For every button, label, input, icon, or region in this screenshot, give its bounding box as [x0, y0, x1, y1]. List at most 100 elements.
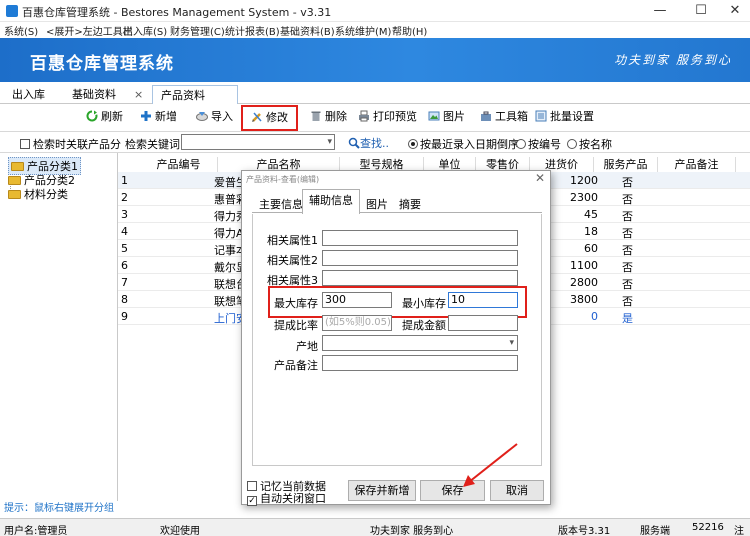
delete-button[interactable]: 删除	[310, 107, 347, 127]
tree-node-materials[interactable]: 材料分类	[8, 186, 68, 202]
cell-name: 得力A	[214, 227, 244, 240]
annotation-arrow-icon	[463, 443, 518, 487]
maximize-button[interactable]: ☐	[683, 0, 719, 22]
menu-inout[interactable]: 出入库(S)	[123, 23, 167, 38]
toolbox-icon	[480, 109, 492, 121]
cell-service: 否	[622, 278, 633, 291]
save-and-new-button[interactable]: 保存并新增	[348, 480, 416, 501]
attr2-input[interactable]	[322, 250, 518, 266]
keyword-combobox[interactable]: ▾	[181, 134, 335, 150]
delete-label: 删除	[325, 110, 347, 123]
import-button[interactable]: 导入	[196, 107, 233, 127]
menu-expand-toolbar[interactable]: <展开>左边工具栏	[46, 23, 133, 38]
remark-input[interactable]	[322, 355, 518, 371]
menu-maintenance[interactable]: 系统维护(M)	[335, 23, 391, 38]
tab-basic-data[interactable]: 基础资料	[64, 85, 124, 104]
cell-cost: 18	[584, 225, 598, 238]
related-category-checkbox[interactable]: 检索时关联产品分	[20, 136, 121, 152]
search-button[interactable]: 查找..	[348, 135, 389, 152]
menu-system[interactable]: 系统(S)	[4, 23, 38, 38]
tab-close-icon[interactable]: ×	[130, 85, 147, 104]
status-welcome: 欢迎使用	[160, 526, 200, 536]
tree-hint: 提示：鼠标右键展开分组	[4, 503, 114, 514]
status-port: 52216	[692, 522, 724, 533]
sort-by-date-radio[interactable]: 按最近录入日期倒序	[408, 136, 519, 152]
batch-settings-button[interactable]: 批量设置	[535, 107, 594, 127]
commission-amount-input[interactable]	[448, 315, 518, 331]
checkbox-box	[20, 139, 30, 149]
image-label: 图片	[443, 110, 465, 123]
dialog-title: 产品资料-查看(编辑)	[246, 175, 320, 184]
chevron-down-icon: ▾	[509, 338, 514, 348]
cell-cost: 1200	[570, 174, 598, 187]
dialog-close-icon[interactable]: ✕	[535, 171, 545, 185]
row-number: 2	[121, 191, 128, 204]
cell-cost: 2800	[570, 276, 598, 289]
auto-close-checkbox[interactable]: ✓ 自动关闭窗口	[247, 490, 326, 506]
commission-rate-input[interactable]: (如5%则0.05)	[322, 315, 392, 331]
chevron-down-icon: ▾	[327, 137, 332, 147]
col-header-service[interactable]: 服务产品	[594, 157, 658, 172]
tab-product-data[interactable]: 产品资料	[152, 85, 238, 104]
radio-dot	[408, 139, 418, 149]
refresh-icon	[86, 109, 98, 122]
dialog-tab-main[interactable]: 主要信息	[255, 196, 307, 213]
app-title: 百惠仓库管理系统	[30, 54, 174, 74]
remark-label: 产品备注	[274, 359, 318, 372]
close-button[interactable]: ✕	[717, 0, 750, 22]
menu-bar: 系统(S) <展开>左边工具栏 出入库(S) 财务管理(C) 统计报表(B) 基…	[0, 22, 750, 38]
attr1-input[interactable]	[322, 230, 518, 246]
title-bar: 百惠仓库管理系统 - Bestores Management System - …	[0, 0, 750, 22]
sort-by-name-radio[interactable]: 按名称	[567, 136, 612, 152]
min-stock-input[interactable]: 10	[448, 292, 518, 308]
attr3-input[interactable]	[322, 270, 518, 286]
sort-by-code-radio[interactable]: 按编号	[516, 136, 561, 152]
printer-icon	[358, 109, 370, 122]
dialog-tab-summary[interactable]: 摘要	[395, 196, 425, 213]
dialog-tab-image[interactable]: 图片	[362, 196, 392, 213]
image-button[interactable]: 图片	[428, 107, 465, 127]
cell-service: 否	[622, 261, 633, 274]
origin-label: 产地	[296, 340, 318, 353]
status-user: 用户名:管理员	[4, 526, 68, 536]
keyword-label: 检索关键词	[125, 138, 180, 151]
slogan: 功夫到家 服务到心	[614, 53, 732, 67]
app-banner: 百惠仓库管理系统 功夫到家 服务到心	[0, 38, 750, 82]
menu-reports[interactable]: 统计报表(B)	[225, 23, 280, 38]
max-stock-input[interactable]: 300	[322, 292, 392, 308]
radio-dot	[516, 139, 526, 149]
menu-finance[interactable]: 财务管理(C)	[170, 23, 225, 38]
row-number: 3	[121, 208, 128, 221]
app-icon	[6, 5, 18, 17]
add-button[interactable]: 新增	[140, 107, 177, 127]
col-header-code[interactable]: 产品编号	[140, 157, 218, 172]
menu-basic-data[interactable]: 基础资料(B)	[280, 23, 335, 38]
batch-settings-label: 批量设置	[550, 110, 594, 123]
status-bar: 用户名:管理员 欢迎使用 功夫到家 服务到心 版本号3.31 服务端 52216…	[0, 518, 750, 536]
tab-inout[interactable]: 出入库	[4, 85, 53, 104]
row-number: 6	[121, 259, 128, 272]
batch-settings-icon	[535, 109, 547, 122]
toolbox-button[interactable]: 工具箱	[480, 107, 528, 127]
print-preview-button[interactable]: 打印预览	[358, 107, 417, 127]
add-label: 新增	[155, 110, 177, 123]
col-header-remark[interactable]: 产品备注	[658, 157, 736, 172]
row-number: 8	[121, 293, 128, 306]
edit-button[interactable]: 修改	[241, 105, 298, 131]
origin-select[interactable]: ▾	[322, 335, 518, 351]
window-title: 百惠仓库管理系统 - Bestores Management System - …	[22, 6, 332, 19]
cell-cost: 2300	[570, 191, 598, 204]
category-tree: 产品分类1 产品分类2 材料分类	[0, 153, 118, 501]
minimize-button[interactable]: —	[642, 0, 678, 22]
radio-dot	[567, 139, 577, 149]
refresh-button[interactable]: 刷新	[86, 107, 123, 127]
folder-icon	[11, 162, 24, 171]
cell-service: 否	[622, 193, 633, 206]
search-label: 查找..	[360, 137, 389, 150]
search-row: 检索时关联产品分 检索关键词 ▾ 查找.. 按最近录入日期倒序 按编号 按名称	[0, 131, 750, 153]
menu-help[interactable]: 帮助(H)	[392, 23, 427, 38]
dialog-tab-auxiliary[interactable]: 辅助信息	[302, 189, 360, 214]
cell-cost: 45	[584, 208, 598, 221]
row-number: 5	[121, 242, 128, 255]
cell-service: 否	[622, 210, 633, 223]
